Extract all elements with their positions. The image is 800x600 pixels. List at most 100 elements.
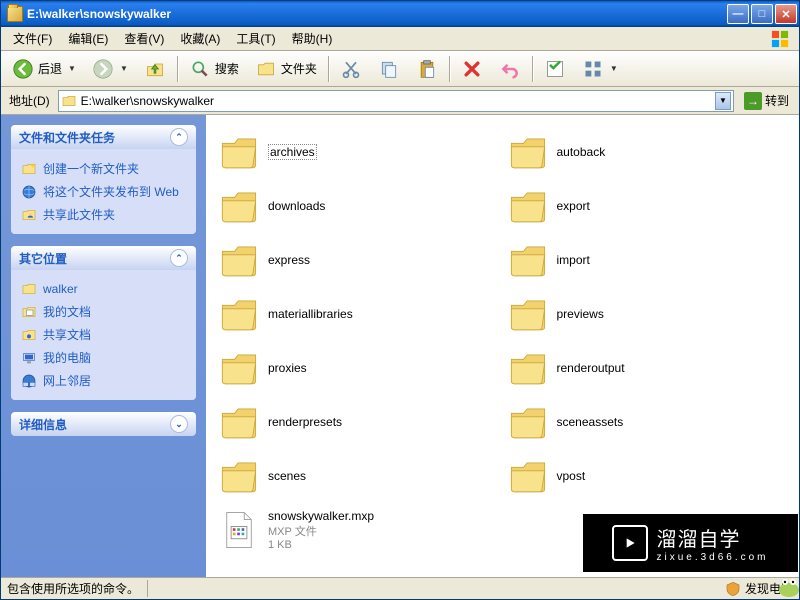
- panel-file-tasks-header[interactable]: 文件和文件夹任务 ⌃: [11, 125, 196, 149]
- folder-item[interactable]: express: [214, 233, 503, 287]
- task-web-publish[interactable]: 将这个文件夹发布到 Web: [21, 180, 186, 203]
- folders-button[interactable]: 文件夹: [248, 54, 324, 84]
- folder-item[interactable]: materiallibraries: [214, 287, 503, 341]
- search-icon: [189, 58, 211, 80]
- folder-item[interactable]: previews: [503, 287, 792, 341]
- folder-icon: [507, 293, 549, 335]
- place-folder[interactable]: walker: [21, 278, 186, 300]
- search-button[interactable]: 搜索: [182, 54, 246, 84]
- close-button[interactable]: ✕: [775, 4, 797, 24]
- folder-item[interactable]: renderoutput: [503, 341, 792, 395]
- chevron-down-icon: ⌄: [170, 415, 188, 433]
- panel-details-header[interactable]: 详细信息 ⌄: [11, 412, 196, 436]
- folder-item[interactable]: autoback: [503, 125, 792, 179]
- copy-icon: [378, 58, 400, 80]
- properties-button[interactable]: [537, 54, 573, 84]
- folder-icon: [61, 93, 77, 109]
- folder-name: previews: [557, 307, 604, 321]
- play-icon: [612, 525, 648, 561]
- folder-name: vpost: [557, 469, 586, 483]
- menu-view[interactable]: 查看(V): [116, 27, 172, 50]
- file-name: snowskywalker.mxp: [268, 509, 374, 523]
- titlebar[interactable]: E:\walker\snowskywalker — □ ✕: [1, 1, 799, 27]
- mycomputer-icon: [21, 350, 37, 366]
- maximize-button[interactable]: □: [751, 4, 773, 24]
- address-path: E:\walker\snowskywalker: [81, 94, 214, 108]
- task-share[interactable]: 共享此文件夹: [21, 203, 186, 226]
- task-label: 共享此文件夹: [43, 206, 115, 223]
- menu-tools[interactable]: 工具(T): [228, 27, 283, 50]
- window-title: E:\walker\snowskywalker: [27, 7, 171, 21]
- up-button[interactable]: [137, 54, 173, 84]
- folder-name: express: [268, 253, 310, 267]
- folder-name: renderpresets: [268, 415, 342, 429]
- folder-item[interactable]: archives: [214, 125, 503, 179]
- folder-item[interactable]: downloads: [214, 179, 503, 233]
- shareddocs-icon: [21, 327, 37, 343]
- folder-icon: [507, 239, 549, 281]
- share-icon: [21, 207, 37, 223]
- folder-item[interactable]: renderpresets: [214, 395, 503, 449]
- file-size: 1 KB: [268, 539, 374, 551]
- paste-icon: [416, 58, 438, 80]
- cut-button[interactable]: [333, 54, 369, 84]
- place-mydocs[interactable]: 我的文档: [21, 300, 186, 323]
- windows-flag-icon: [761, 28, 799, 50]
- address-combo[interactable]: E:\walker\snowskywalker ▼: [58, 90, 734, 112]
- cut-icon: [340, 58, 362, 80]
- folder-icon: [218, 347, 260, 389]
- panel-other-places-header[interactable]: 其它位置 ⌃: [11, 246, 196, 270]
- place-label: walker: [43, 282, 78, 296]
- chevron-up-icon: ⌃: [170, 249, 188, 267]
- place-network[interactable]: 网上邻居: [21, 369, 186, 392]
- undo-icon: [499, 58, 521, 80]
- folder-name: proxies: [268, 361, 307, 375]
- menu-help[interactable]: 帮助(H): [284, 27, 341, 50]
- folder-item[interactable]: proxies: [214, 341, 503, 395]
- place-shareddocs[interactable]: 共享文档: [21, 323, 186, 346]
- folder-item[interactable]: import: [503, 233, 792, 287]
- minimize-button[interactable]: —: [727, 4, 749, 24]
- back-icon: [12, 58, 34, 80]
- menu-edit[interactable]: 编辑(E): [60, 27, 116, 50]
- address-dropdown[interactable]: ▼: [715, 92, 731, 110]
- folder-name: materiallibraries: [268, 307, 353, 321]
- views-button[interactable]: ▼: [575, 54, 625, 84]
- folder-new-icon: [21, 161, 37, 177]
- panel-file-tasks: 文件和文件夹任务 ⌃ 创建一个新文件夹将这个文件夹发布到 Web 共享此文件夹: [11, 125, 196, 234]
- folder-item[interactable]: sceneassets: [503, 395, 792, 449]
- back-button[interactable]: 后退▼: [5, 54, 83, 84]
- place-mycomputer[interactable]: 我的电脑: [21, 346, 186, 369]
- folder-icon: [21, 281, 37, 297]
- forward-button[interactable]: ▼: [85, 54, 135, 84]
- folder-item[interactable]: scenes: [214, 449, 503, 503]
- forward-icon: [92, 58, 114, 80]
- place-label: 我的电脑: [43, 349, 91, 366]
- folder-item[interactable]: export: [503, 179, 792, 233]
- task-folder-new[interactable]: 创建一个新文件夹: [21, 157, 186, 180]
- menu-favorites[interactable]: 收藏(A): [172, 27, 228, 50]
- go-icon: →: [744, 92, 762, 110]
- paste-button[interactable]: [409, 54, 445, 84]
- statusbar: 包含使用所选项的命令。 发现电脑: [1, 577, 799, 599]
- undo-button[interactable]: [492, 54, 528, 84]
- place-label: 网上邻居: [43, 372, 91, 389]
- mydocs-icon: [21, 304, 37, 320]
- delete-button[interactable]: [454, 54, 490, 84]
- chevron-up-icon: ⌃: [170, 128, 188, 146]
- menu-file[interactable]: 文件(F): [5, 27, 60, 50]
- folder-name: import: [557, 253, 590, 267]
- go-button[interactable]: → 转到: [738, 90, 795, 112]
- file-list[interactable]: archivesautoback downloads export express im…: [206, 115, 799, 577]
- folder-item[interactable]: vpost: [503, 449, 792, 503]
- panel-details: 详细信息 ⌄: [11, 412, 196, 436]
- folder-icon: [218, 455, 260, 497]
- folder-name: downloads: [268, 199, 325, 213]
- sidebar: 文件和文件夹任务 ⌃ 创建一个新文件夹将这个文件夹发布到 Web 共享此文件夹 其…: [1, 115, 206, 577]
- folder-name: export: [557, 199, 590, 213]
- views-icon: [582, 58, 604, 80]
- copy-button[interactable]: [371, 54, 407, 84]
- folder-name: sceneassets: [557, 415, 624, 429]
- folder-icon: [507, 347, 549, 389]
- task-label: 将这个文件夹发布到 Web: [43, 183, 179, 200]
